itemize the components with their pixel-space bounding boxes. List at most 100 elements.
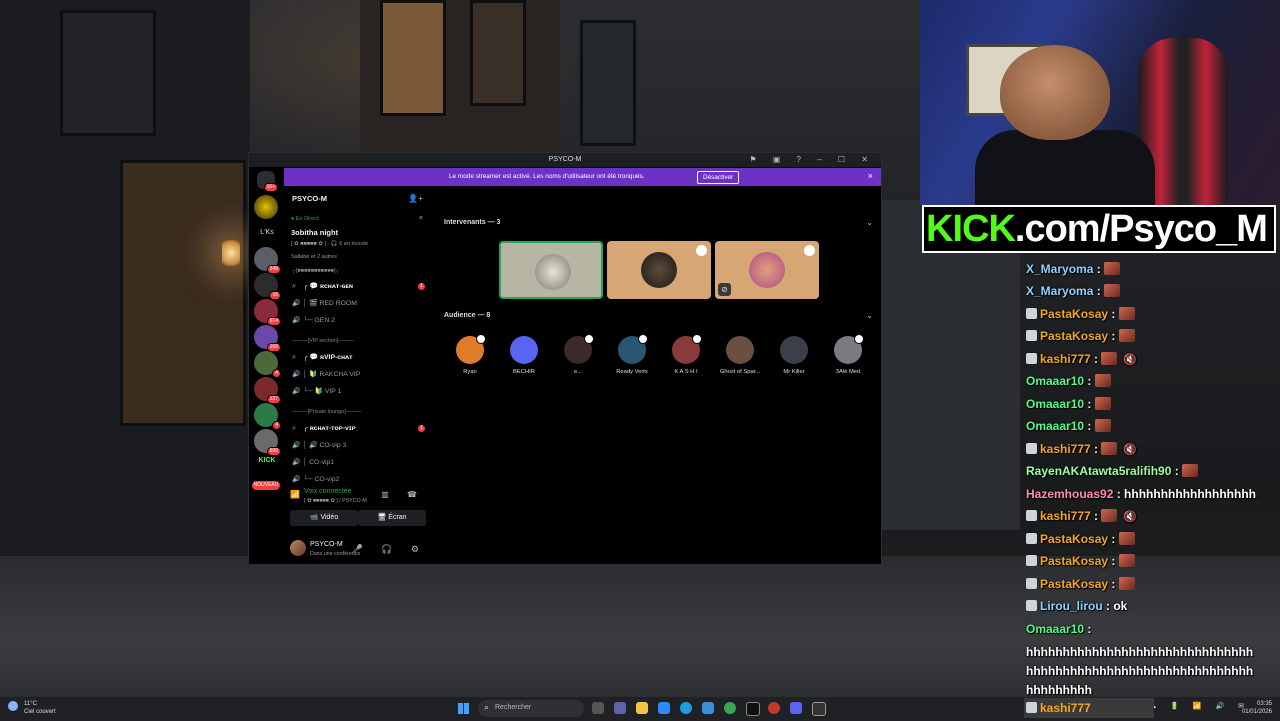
server-icon-avatar[interactable] xyxy=(254,195,278,219)
file-explorer-icon[interactable] xyxy=(636,702,648,714)
server-icon[interactable]: 16 xyxy=(254,273,281,300)
app-icon[interactable] xyxy=(746,702,760,716)
voice-channel-item[interactable]: 🔊 └─ 🔰 VIP 1 xyxy=(292,385,427,399)
server-icon[interactable]: 4 xyxy=(254,403,281,430)
avatar xyxy=(780,336,808,364)
chat-username: PastaKosay xyxy=(1040,329,1109,343)
avatar xyxy=(749,252,785,288)
category-header[interactable]: ┌[■■■■■■■■■■■]┐ xyxy=(292,268,427,274)
disable-streamer-mode-button[interactable]: Désactiver xyxy=(697,171,740,184)
audience-member[interactable]: Mr Killer xyxy=(767,336,821,375)
chat-username: kashi777 xyxy=(1040,442,1091,456)
chat-username: kashi777 xyxy=(1040,352,1091,366)
channel-label: └─ GEN 2 xyxy=(303,317,335,324)
audience-member[interactable]: e... xyxy=(551,334,605,375)
chat-message: kashi777 : 🔇 xyxy=(1026,509,1137,523)
speaker-tile[interactable]: ⊘ xyxy=(715,241,819,299)
audience-member[interactable]: 3Alé Med xyxy=(821,334,875,375)
add-member-icon[interactable]: 👤+ xyxy=(408,194,423,203)
server-icon[interactable]: 4 xyxy=(254,351,281,378)
audience-member[interactable]: Ryan xyxy=(443,334,497,375)
channel-item[interactable]: # ┌ ʀᴄʜᴀᴛ-ᴛᴏᴘ-ᴠɪᴘ 1 xyxy=(292,422,427,436)
speaker-icon: 🔊 xyxy=(292,388,301,395)
speaker-tile[interactable] xyxy=(607,241,711,299)
voice-channel-item[interactable]: 🔊 │ 🎬 RED ROOM xyxy=(292,297,427,311)
signal-icon: 📶 xyxy=(290,490,300,499)
chat-message: PastaKosay : xyxy=(1026,532,1135,546)
discord-window[interactable]: PSYCO-M ⚑ ▣ ? – ☐ ✕ Le mode streamer est… xyxy=(248,152,882,565)
audience-member[interactable]: BECHIR xyxy=(497,336,551,375)
chrome-icon[interactable] xyxy=(724,702,736,714)
audience-member[interactable]: Ghost of Spar... xyxy=(713,336,767,375)
channel-label: │ 🔊 CO-vip 3 xyxy=(303,442,347,449)
stage-badge xyxy=(584,334,594,344)
audience-header[interactable]: Audience — 8 xyxy=(444,312,490,319)
chat-username: X_Maryoma xyxy=(1026,262,1094,276)
discord-icon[interactable] xyxy=(790,702,802,714)
edge-icon[interactable] xyxy=(680,702,692,714)
close-icon[interactable]: × xyxy=(868,171,873,181)
moderator-badge-icon xyxy=(1026,353,1037,364)
teams-icon[interactable] xyxy=(614,702,626,714)
video-button[interactable]: 📹 Vidéo xyxy=(290,510,358,526)
chevron-down-icon[interactable]: ⌄ xyxy=(866,311,873,320)
avatar[interactable] xyxy=(290,540,306,556)
user-controls[interactable]: 🎤 🎧 ⚙ xyxy=(352,544,427,555)
task-view-icon[interactable] xyxy=(592,702,604,714)
chevron-down-icon[interactable]: ⌄ xyxy=(866,218,873,227)
member-name: Ghost of Spar... xyxy=(719,369,761,375)
chat-message: Omaaar10 : xyxy=(1026,397,1111,411)
voice-channel-item[interactable]: 🔊 └─ GEN 2 xyxy=(292,314,427,328)
windows-start-icon[interactable] xyxy=(458,703,469,714)
speaker-tile[interactable] xyxy=(499,241,603,299)
weather-icon[interactable] xyxy=(8,701,18,711)
chat-text: ok xyxy=(1113,599,1128,613)
photos-icon[interactable] xyxy=(658,702,670,714)
voice-channel-item[interactable]: 🔊 └─ CO-vip2 xyxy=(292,473,427,487)
hash-icon: # xyxy=(292,425,296,432)
muted-mic-icon: ⊘ xyxy=(718,283,731,296)
kick-server-icon[interactable]: KICK xyxy=(252,457,282,464)
moderator-badge-icon xyxy=(1026,443,1037,454)
moderator-badge-icon xyxy=(1026,533,1037,544)
stream-url-banner: KICK.com/Psyco_M xyxy=(922,205,1276,253)
event-title[interactable]: 3obitha night xyxy=(291,228,338,237)
taskbar-search[interactable]: ⌕ Rechercher xyxy=(478,700,584,717)
chat-username: kashi777 xyxy=(1040,701,1091,715)
clock[interactable]: 03:35 01/01/2026 xyxy=(1242,700,1272,716)
mention-badge: 4 xyxy=(272,421,281,430)
weather-widget[interactable]: 11°C Ciel couvert xyxy=(24,700,56,716)
title-bar[interactable]: PSYCO-M ⚑ ▣ ? – ☐ ✕ xyxy=(249,153,881,167)
server-icon[interactable]: 348 xyxy=(254,247,281,274)
app-icon[interactable] xyxy=(768,702,780,714)
muted-speaker-icon: 🔇 xyxy=(1123,511,1138,523)
voice-channel-item[interactable]: 🔊 │ 🔊 CO-vip 3 xyxy=(292,439,427,453)
app-icon[interactable] xyxy=(812,702,826,716)
disconnect-icon[interactable]: ▥ ☎ xyxy=(381,490,425,499)
server-name[interactable]: PSYCO-M xyxy=(292,194,327,203)
store-icon[interactable] xyxy=(702,702,714,714)
user-panel[interactable]: PSYCO-M Dans une conférence 🎤 🎧 ⚙ xyxy=(290,540,427,560)
folder-label[interactable]: L'Ks xyxy=(252,229,282,236)
server-icon[interactable]: 599 xyxy=(254,429,281,456)
home-icon[interactable]: 16+ xyxy=(257,171,278,192)
category-header[interactable]: ────[Private lounge]──── xyxy=(292,409,427,415)
voice-channel-item[interactable]: 🔊 │ 🔰 RAKCHA VIP xyxy=(292,368,427,382)
audience-member[interactable]: K A S H I xyxy=(659,334,713,375)
voice-channel-item[interactable]: 🔊 │ CO-vip1 xyxy=(292,456,427,470)
server-icon[interactable]: 137 xyxy=(254,377,281,404)
audience-member[interactable]: Ready Vertx xyxy=(605,334,659,375)
window-controls[interactable]: ⚑ ▣ ? – ☐ ✕ xyxy=(749,155,875,164)
channel-item[interactable]: # ┌ 💬 ʀcʜᴀᴛ-ɢᴇɴ 1 xyxy=(292,280,427,294)
close-event-icon[interactable]: × xyxy=(419,215,423,222)
category-header[interactable]: ────[VIP section]──── xyxy=(292,338,427,344)
channel-item[interactable]: # ┌ 💬 ʀVIP-ᴄʜᴀᴛ xyxy=(292,351,427,365)
speakers-header[interactable]: Intervenants — 3 xyxy=(444,219,500,226)
screen-share-button[interactable]: 🖥 Écran xyxy=(358,510,426,526)
avatar xyxy=(726,336,754,364)
server-icon[interactable]: 168 xyxy=(254,325,281,352)
voice-status[interactable]: Voix connectée xyxy=(304,488,351,495)
chat-message: Omaaar10 : xyxy=(1026,374,1111,388)
new-badge[interactable]: NOUVEAU xyxy=(252,481,280,490)
server-icon[interactable]: 614 xyxy=(254,299,281,326)
